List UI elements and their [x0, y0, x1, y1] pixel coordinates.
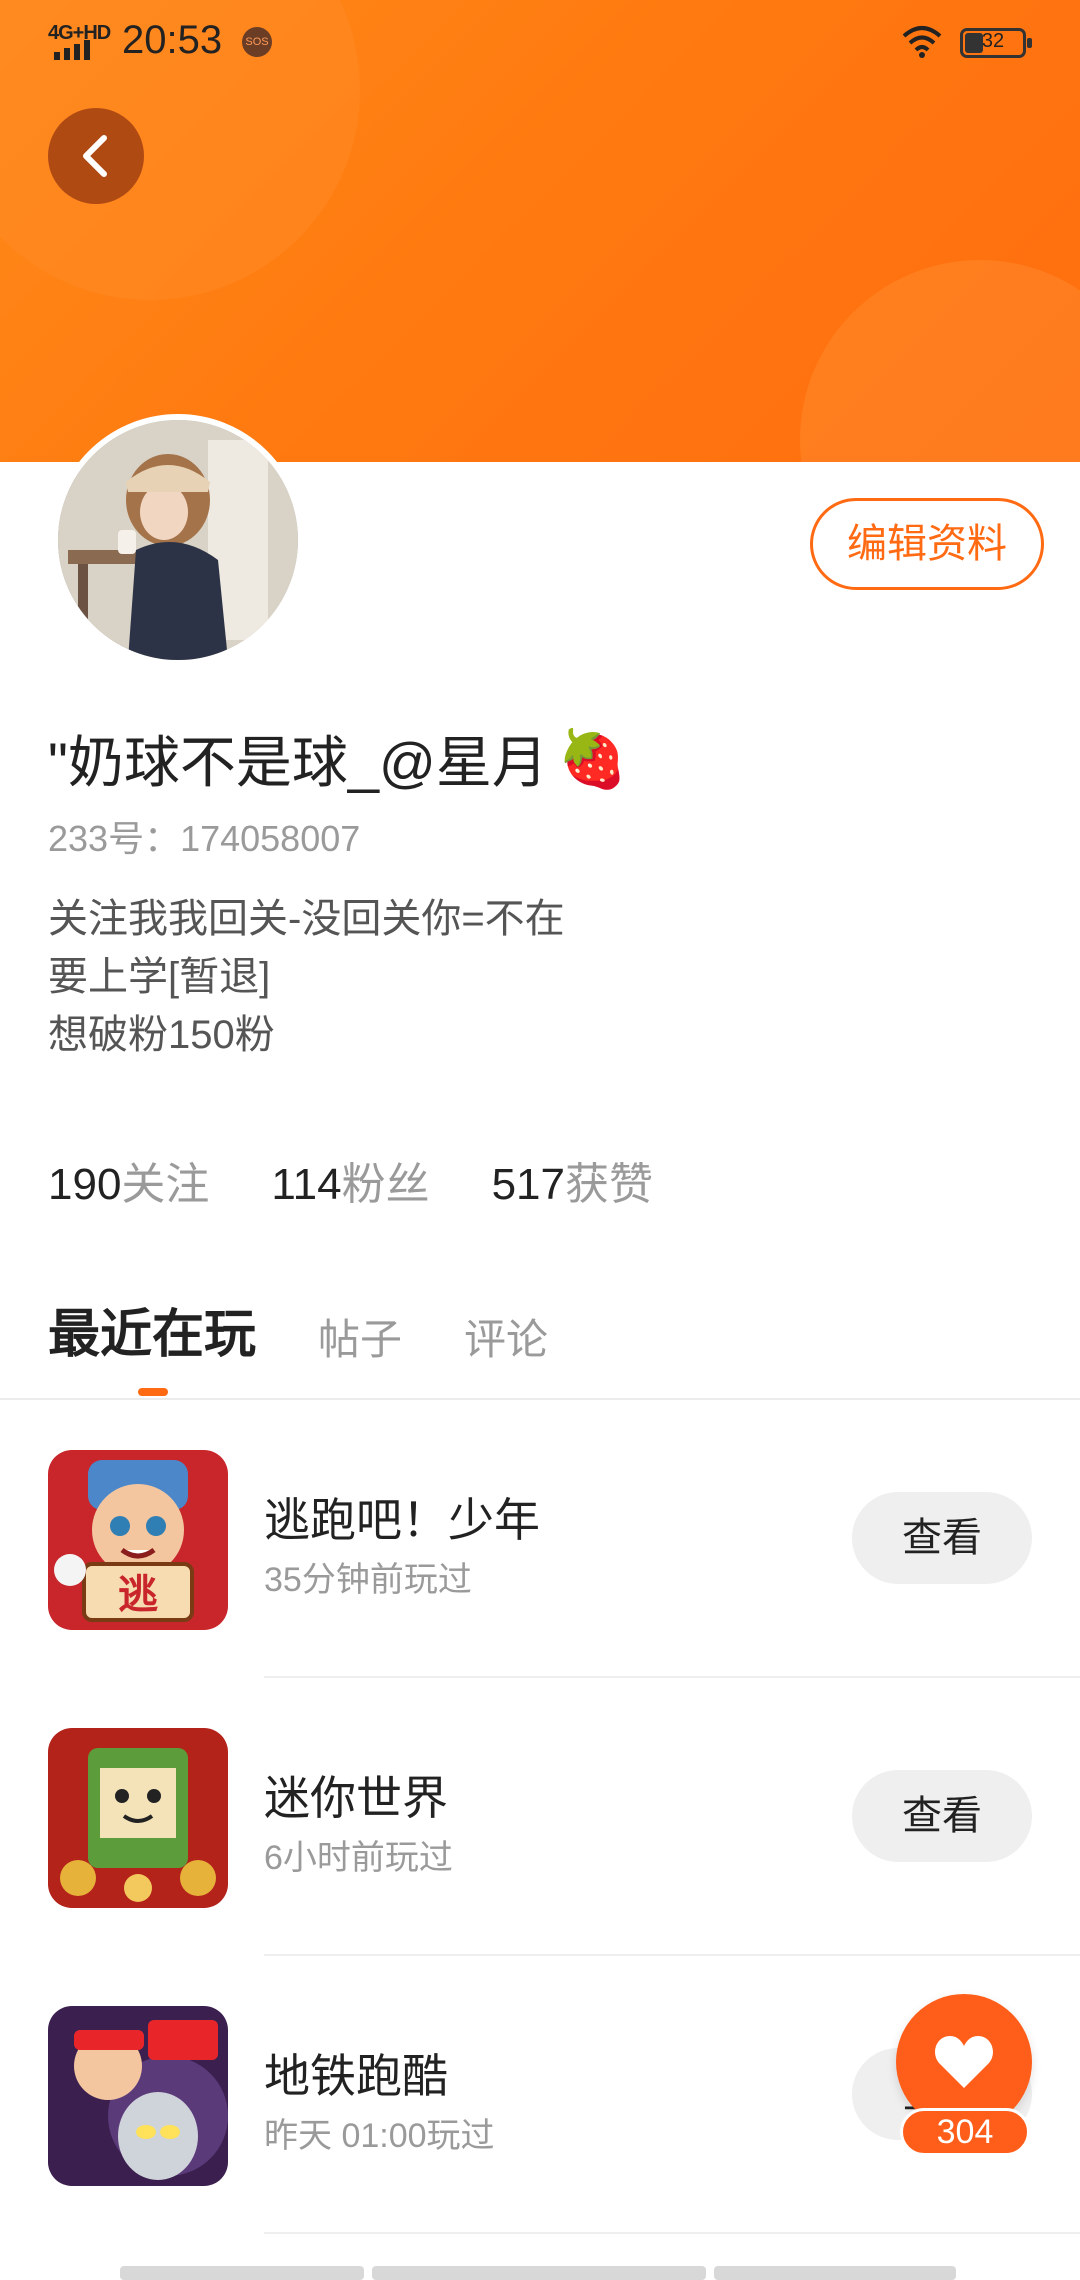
game-image: 逃	[48, 1450, 228, 1630]
game-name: 地铁跑酷	[264, 2050, 448, 2102]
tab-posts[interactable]: 帖子	[318, 1306, 402, 1367]
view-button[interactable]: 查看	[852, 1770, 1032, 1862]
tab-comments[interactable]: 评论	[464, 1306, 548, 1367]
nickname: "奶球不是球_@星月 🍓	[48, 718, 628, 799]
nickname-text: "奶球不是球_@星月	[48, 731, 548, 794]
game-last-played: 6小时前玩过	[264, 1839, 453, 1877]
game-name: 逃跑吧！少年	[264, 1494, 540, 1546]
profile-tabs: 最近在玩 帖子 评论	[48, 1292, 548, 1367]
edit-profile-button[interactable]: 编辑资料	[810, 498, 1044, 590]
user-id: 233号：174058007	[48, 818, 361, 859]
tab-recently-played[interactable]: 最近在玩	[48, 1292, 256, 1367]
signal-icon	[54, 40, 90, 60]
avatar-image	[58, 420, 298, 660]
bio-line: 要上学[暂退]	[48, 955, 271, 999]
svg-text:逃: 逃	[118, 1572, 158, 1618]
battery-level: 32	[981, 30, 1005, 52]
battery-icon: 32	[960, 28, 1032, 58]
profile-stats: 190关注 114粉丝 517获赞	[48, 1148, 653, 1212]
heart-icon	[935, 2036, 993, 2088]
stat-following[interactable]: 190关注	[48, 1148, 209, 1212]
game-image	[48, 2006, 228, 2186]
like-count-badge: 304	[900, 2108, 1030, 2156]
game-icon-subway[interactable]	[48, 2006, 228, 2186]
bio-line: 关注我我回关-没回关你=不在	[48, 897, 565, 941]
game-name: 迷你世界	[264, 1772, 448, 1824]
list-item[interactable]: 迷你世界 6小时前玩过 查看	[0, 1678, 1080, 1956]
game-last-played: 35分钟前玩过	[264, 1561, 472, 1599]
partial-content	[120, 2266, 956, 2280]
stat-likes[interactable]: 517获赞	[492, 1148, 653, 1212]
profile-header-banner: 4G+HD 20:53 SOS 32	[0, 0, 1080, 462]
game-icon-escape[interactable]: 逃	[48, 1450, 228, 1630]
chevron-left-icon	[83, 135, 107, 177]
status-bar: 4G+HD 20:53 SOS 32	[0, 0, 1080, 84]
view-button[interactable]: 查看	[852, 1492, 1032, 1584]
wifi-icon	[902, 26, 942, 58]
header-decoration	[800, 260, 1080, 462]
game-image	[48, 1728, 228, 1908]
avatar[interactable]	[52, 414, 304, 666]
divider	[264, 2232, 1080, 2234]
stat-followers[interactable]: 114粉丝	[271, 1148, 429, 1212]
list-item[interactable]: 逃 逃跑吧！少年 35分钟前玩过 查看	[0, 1400, 1080, 1678]
back-button[interactable]	[48, 108, 144, 204]
clock: 20:53	[122, 18, 223, 62]
sos-icon: SOS	[242, 27, 272, 57]
bio: 关注我我回关-没回关你=不在 要上学[暂退] 想破粉150粉	[48, 890, 565, 1064]
game-last-played: 昨天 01:00玩过	[264, 2117, 495, 2155]
bio-line: 想破粉150粉	[48, 1013, 275, 1057]
game-icon-mini-world[interactable]	[48, 1728, 228, 1908]
active-tab-indicator	[138, 1388, 168, 1396]
strawberry-emoji: 🍓	[557, 726, 628, 790]
